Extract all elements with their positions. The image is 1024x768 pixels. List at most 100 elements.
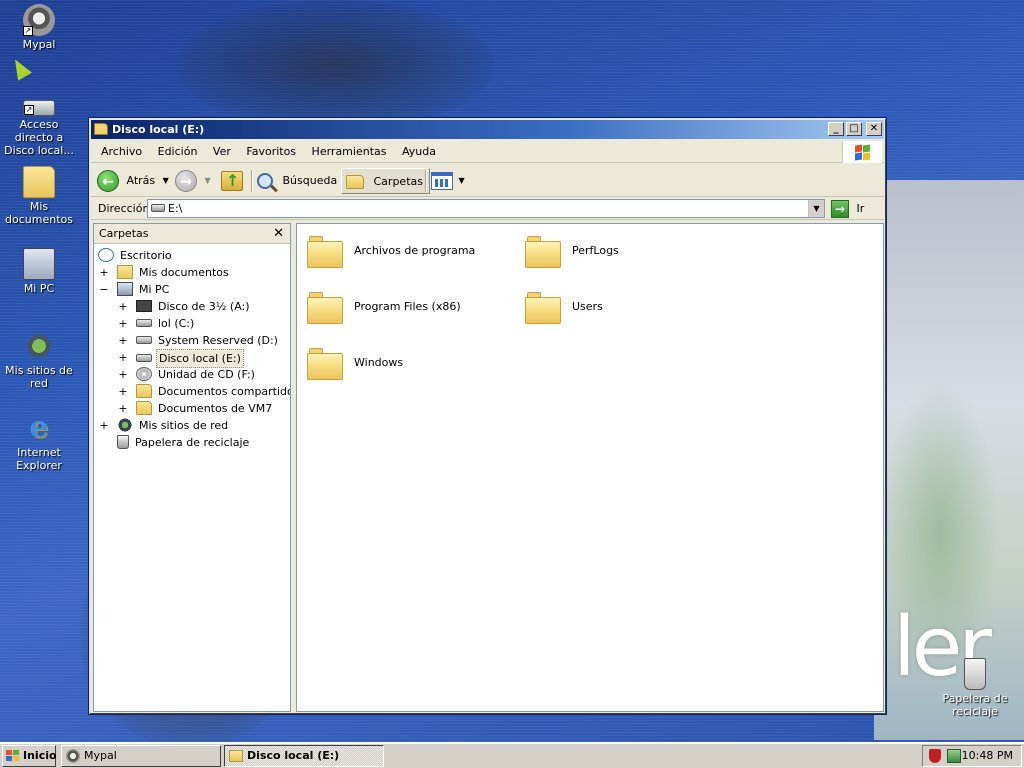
file-name: Users [572,300,603,313]
chevron-down-icon[interactable]: ▼ [459,168,465,194]
explorer-window[interactable]: Disco local (E:) _ □ ✕ Archivo Edición V… [88,117,887,715]
tree-item-floppy-a[interactable]: + Disco de 3½ (A:) [118,298,252,315]
go-label: Ir [856,202,865,215]
chevron-down-icon[interactable]: ▼ [163,168,169,194]
mouse-cursor-icon [8,55,32,81]
desktop-icon-drive-shortcut[interactable]: ↗ Acceso directo a Disco local... [0,90,78,157]
tree-item-cd-f[interactable]: + Unidad de CD (F:) [118,366,257,383]
window-controls: _ □ ✕ [828,122,882,136]
taskbar-button-disco-local[interactable]: Disco local (E:) [224,745,384,767]
folder-icon [346,175,364,189]
expand-icon[interactable]: + [118,298,128,315]
chevron-down-icon[interactable]: ▼ [205,168,211,194]
file-name: PerfLogs [572,244,619,257]
computer-icon [23,248,55,280]
shield-icon[interactable] [929,749,941,763]
up-folder-button[interactable] [221,168,243,194]
raccoon-icon: ↗ [23,4,55,36]
tree-item-drive-c[interactable]: + lol (C:) [118,315,196,332]
expand-icon[interactable]: + [118,349,128,366]
folder-icon [525,292,561,324]
tree-item-recycle-bin[interactable]: Papelera de reciclaje [117,434,251,451]
desktop-icon-label: Mi PC [23,282,55,295]
desktop-icon [98,248,114,262]
system-tray: 10:48 PM [922,745,1022,767]
file-name: Archivos de programa [354,244,476,257]
menu-herramientas[interactable]: Herramientas [306,141,393,163]
desktop-icon-my-computer[interactable]: Mi PC [0,248,78,295]
menu-ayuda[interactable]: Ayuda [396,141,442,163]
forward-button[interactable]: → ▼ [175,168,211,194]
folders-button[interactable]: Carpetas [341,168,430,194]
expand-icon[interactable]: + [99,264,109,281]
ie-icon: e [29,410,49,445]
expand-icon[interactable]: + [118,400,128,417]
back-arrow-icon: ← [97,170,119,192]
file-item-archivos-de-programa[interactable]: Archivos de programa [307,236,507,278]
expand-icon[interactable]: + [118,315,128,332]
tree-item-mis-documentos[interactable]: + Mis documentos [99,264,231,281]
minimize-button[interactable]: _ [828,122,844,136]
desktop-icon-mypal[interactable]: ↗ Mypal [0,4,78,51]
network-status-icon[interactable] [947,749,961,763]
menu-ver[interactable]: Ver [207,141,237,163]
expand-icon[interactable]: + [118,366,128,383]
taskbar-button-label: Disco local (E:) [247,749,340,762]
folder-icon [94,123,108,135]
window-titlebar[interactable]: Disco local (E:) _ □ ✕ [91,120,884,139]
desktop-icon-label: Mis documentos [5,200,73,226]
taskbar-button-mypal[interactable]: Mypal [61,745,221,767]
file-name: Program Files (x86) [354,300,461,313]
tree-item-drive-d[interactable]: + System Reserved (D:) [118,332,280,349]
toolbar-separator [251,170,252,192]
expand-icon[interactable]: + [118,332,128,349]
menu-archivo[interactable]: Archivo [91,141,148,163]
go-button[interactable]: → Ir [831,199,864,219]
tree-item-mi-pc[interactable]: − Mi PC [99,281,171,298]
clock[interactable]: 10:48 PM [962,746,1013,766]
chevron-down-icon[interactable]: ▼ [808,200,824,217]
expand-icon[interactable]: + [99,417,109,434]
tree-item-shared-documents[interactable]: + Documentos compartidos [118,383,290,400]
tree-item-vm7-documents[interactable]: + Documentos de VM7 [118,400,274,417]
recycle-bin-icon [964,658,986,690]
desktop-icon-my-documents[interactable]: Mis documentos [0,166,78,226]
maximize-button[interactable]: □ [846,122,862,136]
back-button[interactable]: ← Atrás ▼ [97,168,169,194]
drive-icon [136,319,152,327]
file-item-perflogs[interactable]: PerfLogs [525,236,725,278]
folders-pane-header: Carpetas ✕ [94,224,290,244]
desktop-icon-recycle-bin[interactable]: Papelera de reciclaje [936,658,1014,718]
tree-item-drive-e[interactable]: + Disco local (E:) [118,349,244,368]
tree-item-escritorio[interactable]: Escritorio [98,247,174,264]
desktop-icon-network-places[interactable]: Mis sitios de red [0,330,78,390]
collapse-icon[interactable]: − [99,281,109,298]
menu-favoritos[interactable]: Favoritos [240,141,302,163]
folder-icon [307,292,343,324]
desktop-icon-internet-explorer[interactable]: e Internet Explorer [0,410,78,473]
address-input[interactable]: E:\ ▼ [147,199,825,218]
file-item-program-files-x86[interactable]: Program Files (x86) [307,292,507,334]
close-icon[interactable]: ✕ [273,224,284,244]
file-item-windows[interactable]: Windows [307,348,507,390]
views-button[interactable]: ▼ [431,168,465,194]
folder-icon [307,236,343,268]
windows-logo-icon [842,141,882,163]
network-icon [23,330,55,362]
drive-shortcut-icon: ↗ [23,100,55,116]
start-button[interactable]: Inicio [2,745,57,767]
tree-item-network-places[interactable]: + Mis sitios de red [99,417,230,434]
file-list-pane[interactable]: Archivos de programa PerfLogs Program Fi… [296,223,884,712]
file-item-users[interactable]: Users [525,292,725,334]
search-label: Búsqueda [282,174,338,187]
desktop-icon-label: Mis sitios de red [5,364,73,390]
close-button[interactable]: ✕ [866,122,882,136]
menu-edicion[interactable]: Edición [152,141,204,163]
drive-icon [151,204,165,212]
desktop-icon-label: Internet Explorer [16,446,62,472]
menu-bar: Archivo Edición Ver Favoritos Herramient… [91,141,884,163]
expand-icon[interactable]: + [118,383,128,400]
search-button[interactable]: Búsqueda [257,168,337,194]
address-bar: Dirección E:\ ▼ → Ir [91,198,884,220]
cd-icon [136,367,152,381]
